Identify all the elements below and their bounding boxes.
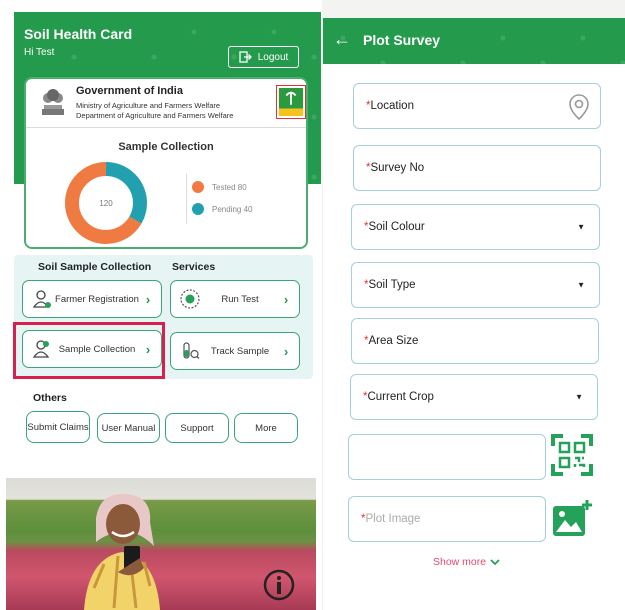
page-title: Plot Survey: [363, 32, 441, 48]
more-button[interactable]: More: [234, 413, 298, 443]
pending-legend: Pending 40: [212, 205, 253, 214]
location-label: Location: [370, 100, 414, 112]
survey-no-label: Survey No: [370, 162, 425, 174]
logout-button[interactable]: Logout: [228, 46, 299, 68]
plot-image-label: Plot Image: [365, 513, 421, 525]
chevron-down-icon: [490, 558, 500, 565]
area-size-field[interactable]: *Area Size: [351, 318, 599, 364]
back-arrow-icon[interactable]: ←: [333, 29, 351, 50]
soil-colour-label: Soil Colour: [368, 221, 425, 233]
pending-legend-dot: [192, 203, 204, 215]
others-section-label: Others: [33, 392, 67, 404]
plot-image-field[interactable]: *Plot Image: [348, 496, 546, 542]
support-button[interactable]: Support: [165, 413, 229, 443]
current-crop-select[interactable]: *Current Crop ▼: [350, 374, 598, 420]
farmer-photo: [6, 478, 316, 610]
plot-survey-screen: ← Plot Survey *Location *Survey No *Soil…: [323, 18, 625, 610]
location-field[interactable]: *Location: [353, 83, 601, 129]
highlight-box: [13, 322, 165, 379]
logout-icon: [239, 51, 252, 63]
soil-sample-section-label: Soil Sample Collection: [38, 261, 152, 273]
show-more-label: Show more: [433, 556, 487, 568]
app-title: Soil Health Card: [24, 26, 133, 42]
track-sample-icon: [183, 342, 200, 359]
farmer-figure: [84, 493, 160, 610]
track-sample-label: Track Sample: [210, 345, 270, 357]
qr-code-field[interactable]: [348, 434, 546, 480]
chevron-right-icon: ›: [283, 291, 289, 307]
run-test-icon: [180, 289, 200, 309]
gov-title: Government of India: [76, 85, 183, 97]
donut-total: 120: [99, 199, 113, 208]
dropdown-arrow-icon: ▼: [577, 280, 585, 290]
area-size-label: Area Size: [368, 335, 419, 347]
add-image-icon[interactable]: [551, 498, 593, 540]
soil-type-label: Soil Type: [368, 279, 416, 291]
government-card: Government of India Ministry of Agricult…: [24, 77, 308, 249]
farmer-registration-label: Farmer Registration: [55, 293, 139, 305]
gov-department: Department of Agriculture and Farmers We…: [76, 111, 234, 120]
track-sample-button[interactable]: Track Sample ›: [170, 332, 300, 370]
tested-legend: Tested 80: [212, 183, 247, 192]
show-more-link[interactable]: Show more: [433, 556, 500, 568]
soil-health-home-screen: Soil Health Card Hi Test Logout Governme…: [0, 0, 322, 610]
logout-label: Logout: [257, 51, 289, 63]
farmer-registration-button[interactable]: Farmer Registration ›: [22, 280, 162, 318]
dropdown-arrow-icon: ▼: [575, 392, 583, 402]
farmer-user-icon: [32, 290, 51, 308]
sample-donut-chart: 120: [65, 162, 147, 244]
chevron-right-icon: ›: [283, 343, 289, 359]
user-manual-button[interactable]: User Manual: [97, 413, 160, 443]
national-emblem-icon: [42, 89, 64, 115]
sample-collection-title: Sample Collection: [118, 141, 214, 153]
gov-ministry: Ministry of Agriculture and Farmers Welf…: [76, 101, 221, 110]
soil-type-select[interactable]: *Soil Type ▼: [351, 262, 600, 308]
chevron-right-icon: ›: [145, 291, 151, 307]
location-pin-icon[interactable]: [568, 93, 590, 121]
services-section-label: Services: [172, 261, 216, 273]
current-crop-label: Current Crop: [367, 391, 434, 403]
qr-code-scan-icon[interactable]: [551, 434, 593, 476]
run-test-label: Run Test: [221, 293, 259, 305]
submit-claims-button[interactable]: Submit Claims: [26, 411, 90, 443]
dropdown-arrow-icon: ▼: [577, 222, 585, 232]
tested-legend-dot: [192, 181, 204, 193]
soil-colour-select[interactable]: *Soil Colour ▼: [351, 204, 600, 250]
run-test-button[interactable]: Run Test ›: [170, 280, 300, 318]
soil-health-logo: [276, 85, 306, 119]
user-greeting: Hi Test: [24, 47, 55, 58]
survey-no-field[interactable]: *Survey No: [353, 145, 601, 191]
info-icon[interactable]: [262, 568, 296, 602]
